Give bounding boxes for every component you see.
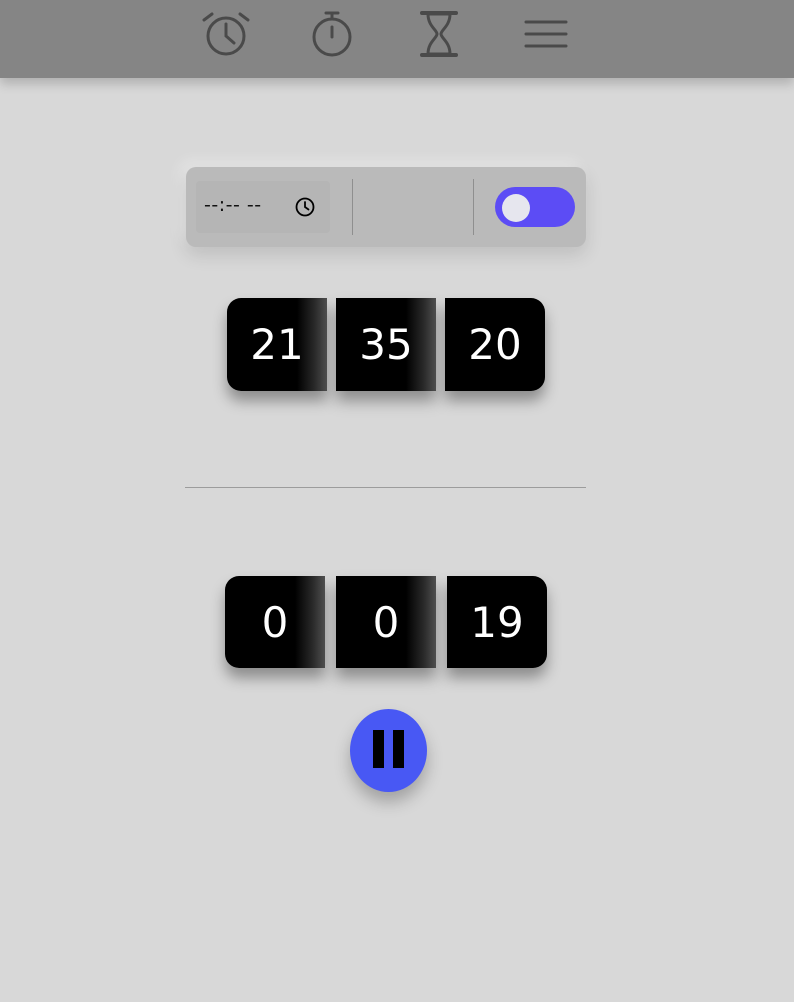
stopwatch-seconds: 19	[447, 576, 547, 668]
toggle-knob	[502, 194, 530, 222]
section-divider	[185, 487, 586, 488]
alarm-clock-icon[interactable]	[200, 8, 252, 60]
panel-divider	[473, 179, 474, 235]
clock-icon[interactable]	[294, 196, 316, 218]
clock-hours: 21	[227, 298, 327, 391]
hamburger-menu-icon[interactable]	[520, 8, 572, 60]
alarm-set-panel: --:-- --	[186, 167, 586, 247]
alarm-toggle[interactable]	[495, 187, 575, 227]
hourglass-icon[interactable]	[413, 8, 465, 60]
stopwatch-hours: 0	[225, 576, 325, 668]
stopwatch-icon[interactable]	[306, 8, 358, 60]
clock-minutes: 35	[336, 298, 436, 391]
stopwatch-minutes: 0	[336, 576, 436, 668]
panel-divider	[352, 179, 353, 235]
pause-button[interactable]	[350, 709, 427, 792]
alarm-time-input[interactable]: --:-- --	[196, 181, 330, 233]
alarm-time-value[interactable]: --:-- --	[204, 194, 262, 216]
clock-seconds: 20	[445, 298, 545, 391]
top-nav-bar	[0, 0, 794, 78]
